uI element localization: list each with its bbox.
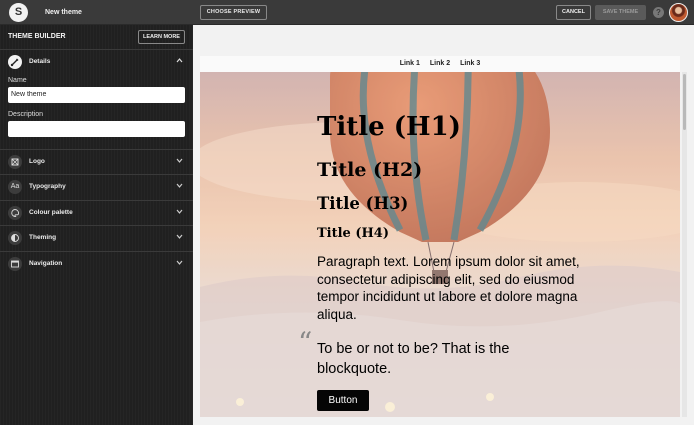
section-colour-palette[interactable]: Colour palette (0, 199, 193, 226)
section-details: Details Name Description (0, 49, 193, 149)
section-navigation[interactable]: Navigation (0, 250, 193, 277)
save-theme-button[interactable]: SAVE THEME (595, 5, 646, 20)
image-icon (8, 154, 22, 169)
section-label-navigation: Navigation (29, 259, 63, 267)
details-label: Details (29, 58, 51, 65)
preview-canvas: Link 1 Link 2 Link 3 Title (H1) Title (H… (193, 25, 694, 425)
preview-h3: Title (H3) (317, 194, 409, 213)
quote-icon: “ (298, 326, 313, 359)
name-label: Name (8, 76, 27, 84)
preview-nav: Link 1 Link 2 Link 3 (200, 56, 680, 72)
description-label: Description (8, 110, 44, 118)
preview-button[interactable]: Button (317, 390, 369, 411)
preview-h1: Title (H1) (317, 112, 461, 142)
theme-description-field[interactable] (8, 120, 185, 137)
brush-icon (8, 55, 22, 69)
section-label-colour-palette: Colour palette (29, 208, 73, 216)
window-icon (8, 256, 22, 271)
theme-title: New theme (45, 9, 82, 16)
chevron-down-icon (176, 150, 183, 175)
section-label-theming: Theming (29, 234, 57, 241)
avatar[interactable] (669, 3, 688, 22)
preview-paragraph: Paragraph text. Lorem ipsum dolor sit am… (317, 254, 580, 322)
chevron-down-icon (176, 226, 183, 251)
help-icon[interactable]: ? (653, 7, 664, 18)
preview-hero: Title (H1) Title (H2) Title (H3) Title (… (200, 72, 680, 417)
palette-icon (8, 205, 22, 220)
choose-preview-button[interactable]: CHOOSE PREVIEW (200, 5, 267, 20)
section-label-logo: Logo (29, 157, 45, 165)
chevron-down-icon (176, 201, 183, 226)
details-header[interactable]: Details (0, 50, 193, 75)
chevron-down-icon (176, 252, 183, 277)
section-logo[interactable]: Logo (0, 148, 193, 175)
preview-link-3[interactable]: Link 3 (460, 60, 480, 67)
preview-scrollbar[interactable] (682, 72, 687, 417)
preview-blockquote: To be or not to be? That is the blockquo… (317, 341, 510, 377)
details-body: Name Description (0, 75, 193, 149)
theme-name-field[interactable] (8, 86, 185, 103)
scrollbar-thumb[interactable] (683, 74, 686, 130)
section-typography[interactable]: Aa Typography (0, 174, 193, 200)
preview-link-2[interactable]: Link 2 (430, 60, 450, 67)
section-label-typography: Typography (29, 183, 66, 190)
app-logo[interactable]: S (9, 3, 28, 22)
sidebar-title: THEME BUILDER (8, 33, 66, 40)
preview-h2: Title (H2) (317, 159, 423, 181)
theme-builder-sidebar: THEME BUILDER LEARN MORE Details Name De… (0, 25, 193, 425)
chevron-up-icon (176, 50, 183, 75)
chevron-down-icon (176, 175, 183, 200)
section-theming[interactable]: Theming (0, 225, 193, 251)
typography-icon: Aa (8, 180, 22, 194)
learn-more-button[interactable]: LEARN MORE (138, 30, 185, 44)
preview-h4: Title (H4) (317, 226, 389, 241)
top-bar: S New theme CHOOSE PREVIEW CANCEL SAVE T… (0, 0, 694, 25)
contrast-icon (8, 231, 22, 245)
sidebar-header: THEME BUILDER LEARN MORE (0, 25, 193, 49)
preview-link-1[interactable]: Link 1 (400, 60, 420, 67)
cancel-button[interactable]: CANCEL (556, 5, 591, 20)
